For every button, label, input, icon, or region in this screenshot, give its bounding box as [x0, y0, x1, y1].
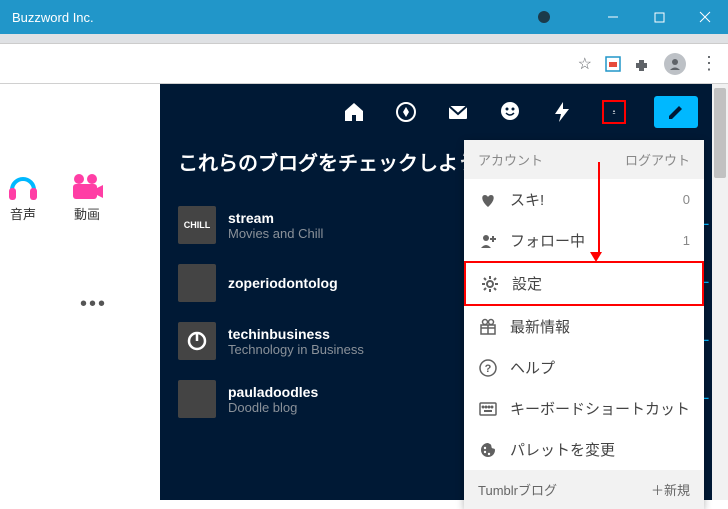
dropdown-item-likes[interactable]: スキ! 0 [464, 179, 704, 220]
page-content: 音声 動画 ••• これらのブログをチェックしよう CHILL stream M… [0, 84, 728, 500]
scrollbar-track[interactable] [712, 84, 728, 500]
svg-text:?: ? [485, 363, 492, 375]
minimize-button[interactable] [590, 0, 636, 34]
more-options-icon[interactable]: ••• [80, 293, 160, 316]
activity-lightning-icon[interactable] [550, 100, 574, 124]
likes-count: 0 [683, 192, 690, 207]
question-icon: ? [478, 358, 498, 378]
dropdown-item-shortcuts[interactable]: キーボードショートカット [464, 388, 704, 429]
account-dropdown: アカウント ログアウト スキ! 0 フォロー中 1 設定 最新情報 [464, 140, 704, 509]
messaging-smile-icon[interactable] [498, 100, 522, 124]
dropdown-item-label: ヘルプ [510, 357, 555, 378]
top-nav [178, 84, 710, 140]
dropdown-item-whatsnew[interactable]: 最新情報 [464, 306, 704, 347]
video-camera-icon [70, 170, 104, 204]
browser-menu-icon[interactable]: ⋮ [698, 53, 720, 74]
extension-icon[interactable] [604, 55, 622, 73]
following-count: 1 [683, 233, 690, 248]
dropdown-item-label: 設定 [512, 273, 542, 294]
blog-thumbnail[interactable] [178, 264, 216, 302]
dropdown-item-label: フォロー中 [510, 230, 585, 251]
dropdown-item-label: キーボードショートカット [510, 398, 690, 419]
dropdown-item-help[interactable]: ? ヘルプ [464, 347, 704, 388]
post-type-row: 音声 動画 [0, 170, 160, 223]
keyboard-icon [478, 399, 498, 419]
gear-icon [480, 274, 500, 294]
post-type-audio[interactable]: 音声 [6, 170, 40, 223]
window-titlebar: Buzzword Inc. [0, 0, 728, 34]
window-controls [538, 0, 728, 34]
left-sidebar: 音声 動画 ••• [0, 84, 160, 500]
profile-indicator-icon [538, 11, 550, 23]
dropdown-item-palette[interactable]: パレットを変更 [464, 429, 704, 470]
dropdown-item-following[interactable]: フォロー中 1 [464, 220, 704, 261]
main-column: これらのブログをチェックしよう CHILL stream Movies and … [160, 84, 728, 500]
person-plus-icon [478, 231, 498, 251]
blog-thumbnail[interactable] [178, 380, 216, 418]
post-type-video[interactable]: 動画 [70, 170, 104, 223]
blog-thumbnail[interactable] [178, 322, 216, 360]
gift-icon [478, 317, 498, 337]
post-type-audio-label: 音声 [10, 204, 36, 223]
home-icon[interactable] [342, 100, 366, 124]
new-blog-link[interactable]: ＋新規 [651, 480, 690, 499]
browser-tabstrip [0, 34, 728, 44]
heart-icon [478, 190, 498, 210]
close-button[interactable] [682, 0, 728, 34]
account-person-icon[interactable] [602, 100, 626, 124]
bookmark-star-icon[interactable]: ☆ [578, 54, 592, 74]
dropdown-header: アカウント ログアウト [464, 140, 704, 179]
scrollbar-thumb[interactable] [714, 88, 726, 178]
dropdown-item-settings[interactable]: 設定 [464, 261, 704, 306]
dropdown-footer-label: Tumblrブログ [478, 480, 557, 499]
browser-toolbar: ☆ ⋮ [0, 44, 728, 84]
dropdown-item-label: 最新情報 [510, 316, 570, 337]
window-title: Buzzword Inc. [0, 10, 94, 25]
palette-icon [478, 440, 498, 460]
compose-button[interactable] [654, 96, 698, 128]
post-type-video-label: 動画 [74, 204, 100, 223]
dropdown-item-label: スキ! [510, 189, 544, 210]
browser-profile-icon[interactable] [664, 53, 686, 75]
logout-link[interactable]: ログアウト [625, 150, 690, 169]
dropdown-account-label: アカウント [478, 150, 543, 169]
inbox-envelope-icon[interactable] [446, 100, 470, 124]
extensions-puzzle-icon[interactable] [634, 55, 652, 73]
headphones-icon [6, 170, 40, 204]
annotation-arrow [595, 162, 602, 262]
explore-compass-icon[interactable] [394, 100, 418, 124]
maximize-button[interactable] [636, 0, 682, 34]
dropdown-footer: Tumblrブログ ＋新規 [464, 470, 704, 509]
blog-thumbnail[interactable]: CHILL [178, 206, 216, 244]
dropdown-item-label: パレットを変更 [510, 439, 615, 460]
